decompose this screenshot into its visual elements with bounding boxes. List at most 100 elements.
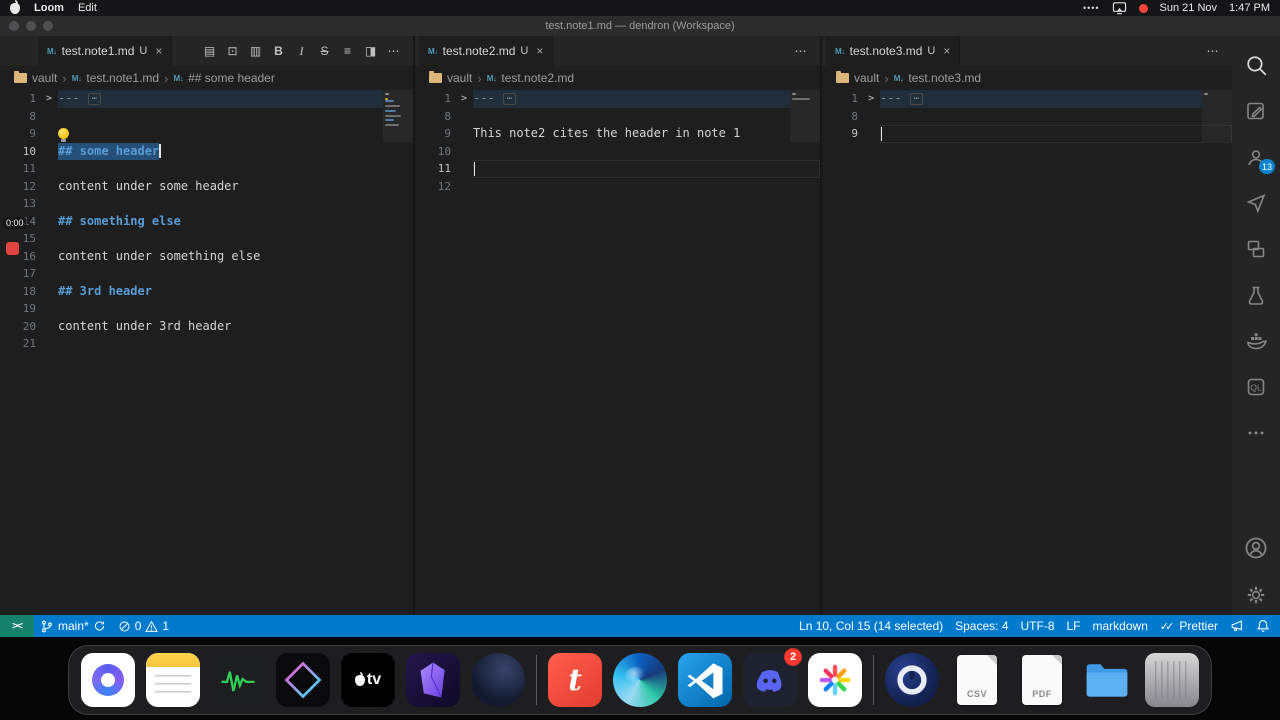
editor-2[interactable]: 1 > --- ⋯ 8 9 This note2 cites the header in n… (415, 90, 820, 615)
copy-icon[interactable]: ⊡ (221, 44, 244, 58)
search-icon[interactable] (1232, 42, 1280, 88)
bold-icon[interactable]: B (267, 44, 290, 58)
editor-line-19[interactable]: 19 (0, 300, 413, 318)
editor-line-20[interactable]: 20 content under 3rd header (0, 318, 413, 336)
app-menu[interactable]: Loom (34, 2, 64, 14)
dock-item-notes[interactable] (146, 653, 200, 707)
dock-item-onepassword[interactable] (885, 653, 939, 707)
editor-line-1[interactable]: 1 > --- ⋯ (822, 90, 1232, 108)
fold-chevron-icon[interactable]: > (40, 93, 58, 104)
editor-3[interactable]: 1 > --- ⋯ 8 9 (822, 90, 1232, 615)
account-icon[interactable] (1232, 525, 1280, 571)
editor-line-8[interactable]: 8 (822, 108, 1232, 126)
breadcrumb-vault[interactable]: vault (854, 71, 879, 85)
menu-edit[interactable]: Edit (78, 2, 97, 14)
breadcrumb-file[interactable]: test.note3.md (908, 71, 981, 85)
git-branch[interactable]: main* (34, 615, 112, 637)
open-preview-side-icon[interactable]: ▥ (244, 44, 267, 58)
docker-icon[interactable] (1232, 318, 1280, 364)
folded-region-ellipsis[interactable]: ⋯ (502, 92, 517, 105)
strikethrough-icon[interactable]: S (313, 44, 336, 58)
bullet-list-icon[interactable]: ≡ (336, 44, 359, 58)
editor-line-8[interactable]: 8 (0, 108, 413, 126)
breadcrumb-file[interactable]: test.note2.md (501, 71, 574, 85)
editor-1[interactable]: 1 > --- ⋯ 8 9 10 ## some header 11 12 content unde… (0, 90, 413, 615)
editor-line-12[interactable]: 12 (415, 178, 820, 196)
more-views-icon[interactable] (1232, 410, 1280, 456)
recording-indicator-icon[interactable] (1138, 3, 1148, 13)
minimap[interactable] (1202, 90, 1232, 615)
dock-item-loom[interactable] (81, 653, 135, 707)
screen-mirroring-icon[interactable] (1112, 1, 1127, 15)
indentation[interactable]: Spaces: 4 (949, 615, 1014, 637)
open-preview-icon[interactable]: ▤ (198, 44, 221, 58)
problems-indicator[interactable]: 0 1 (112, 615, 175, 637)
dock-item-audio-recorder[interactable] (211, 653, 265, 707)
editor-line-8[interactable]: 8 (415, 108, 820, 126)
menubar-overflow-icon[interactable]: •••• (1083, 3, 1100, 13)
apple-menu-icon[interactable] (10, 0, 20, 14)
eol-sequence[interactable]: LF (1061, 615, 1087, 637)
editor-line-17[interactable]: 17 (0, 265, 413, 283)
traffic-light-zoom[interactable] (43, 21, 53, 31)
fold-chevron-icon[interactable]: > (862, 93, 880, 104)
close-icon[interactable]: × (536, 44, 543, 58)
feedback-icon[interactable] (1224, 615, 1250, 637)
editor-line-11[interactable]: 11 (0, 160, 413, 178)
editor-line-13[interactable]: 13 (0, 195, 413, 213)
breadcrumb-file[interactable]: test.note1.md (86, 71, 159, 85)
tab-test-note1[interactable]: M↓ test.note1.md U × (38, 36, 173, 66)
editor-line-1[interactable]: 1 > --- ⋯ (415, 90, 820, 108)
folded-region-ellipsis[interactable]: ⋯ (909, 92, 924, 105)
note-edit-icon[interactable] (1232, 88, 1280, 134)
editor-line-18[interactable]: 18 ## 3rd header (0, 283, 413, 301)
dock-item-obsidian[interactable] (406, 653, 460, 707)
editor-line-14[interactable]: 14 ## something else (0, 213, 413, 231)
window-title-bar[interactable]: test.note1.md — dendron (Workspace) (0, 16, 1280, 36)
settings-gear-icon[interactable] (1232, 575, 1280, 615)
dock-item-pinwheel[interactable] (808, 653, 862, 707)
editor-line-9[interactable]: 9 This note2 cites the header in note 1 (415, 125, 820, 143)
dock-item-timer[interactable]: t (548, 653, 602, 707)
editor-line-9[interactable]: 9 (0, 125, 413, 143)
formatter-status[interactable]: ✓✓ Prettier (1154, 615, 1224, 637)
dock-item-trash[interactable] (1145, 653, 1199, 707)
accounts-icon[interactable]: 13 (1232, 134, 1280, 180)
encoding[interactable]: UTF-8 (1015, 615, 1061, 637)
editor-line-10[interactable]: 10 (415, 143, 820, 161)
more-actions-icon[interactable]: ⋯ (382, 44, 405, 58)
tab-test-note2[interactable]: M↓ test.note2.md U × (419, 36, 554, 66)
editor-line-9[interactable]: 9 (822, 125, 1232, 143)
cursor-position[interactable]: Ln 10, Col 15 (14 selected) (793, 615, 949, 637)
more-actions-icon[interactable]: ⋯ (1201, 44, 1224, 58)
traffic-light-close[interactable] (9, 21, 19, 31)
editor-line-11[interactable]: 11 (415, 160, 820, 178)
dock-item-edge[interactable] (613, 653, 667, 707)
breadcrumb-symbol[interactable]: ## some header (188, 71, 275, 85)
remote-indicator[interactable]: >< (0, 615, 34, 637)
notifications-bell-icon[interactable] (1250, 615, 1276, 637)
breadcrumb-vault[interactable]: vault (32, 71, 57, 85)
dock-item-dark-app[interactable] (471, 653, 525, 707)
editor-line-12[interactable]: 12 content under some header (0, 178, 413, 196)
dock-item-apple-tv[interactable]: tv (341, 653, 395, 707)
language-mode[interactable]: markdown (1087, 615, 1154, 637)
folded-region-ellipsis[interactable]: ⋯ (87, 92, 102, 105)
codeql-icon[interactable]: QL (1232, 364, 1280, 410)
editor-line-1[interactable]: 1 > --- ⋯ (0, 90, 413, 108)
close-icon[interactable]: × (943, 44, 950, 58)
menubar-time[interactable]: 1:47 PM (1229, 2, 1270, 14)
split-editor-icon[interactable]: ◨ (359, 44, 382, 58)
beaker-icon[interactable] (1232, 272, 1280, 318)
dock-item-prism[interactable] (276, 653, 330, 707)
stop-recording-button[interactable] (6, 242, 19, 255)
menubar-date[interactable]: Sun 21 Nov (1160, 2, 1217, 14)
dock-item-discord[interactable]: 2 (743, 648, 802, 707)
italic-icon[interactable]: I (290, 44, 313, 59)
dock-item-vscode[interactable] (678, 653, 732, 707)
editor-line-10[interactable]: 10 ## some header (0, 142, 413, 160)
send-icon[interactable] (1232, 180, 1280, 226)
more-actions-icon[interactable]: ⋯ (789, 44, 812, 58)
tab-test-note3[interactable]: M↓ test.note3.md U × (826, 36, 961, 66)
traffic-light-minimize[interactable] (26, 21, 36, 31)
